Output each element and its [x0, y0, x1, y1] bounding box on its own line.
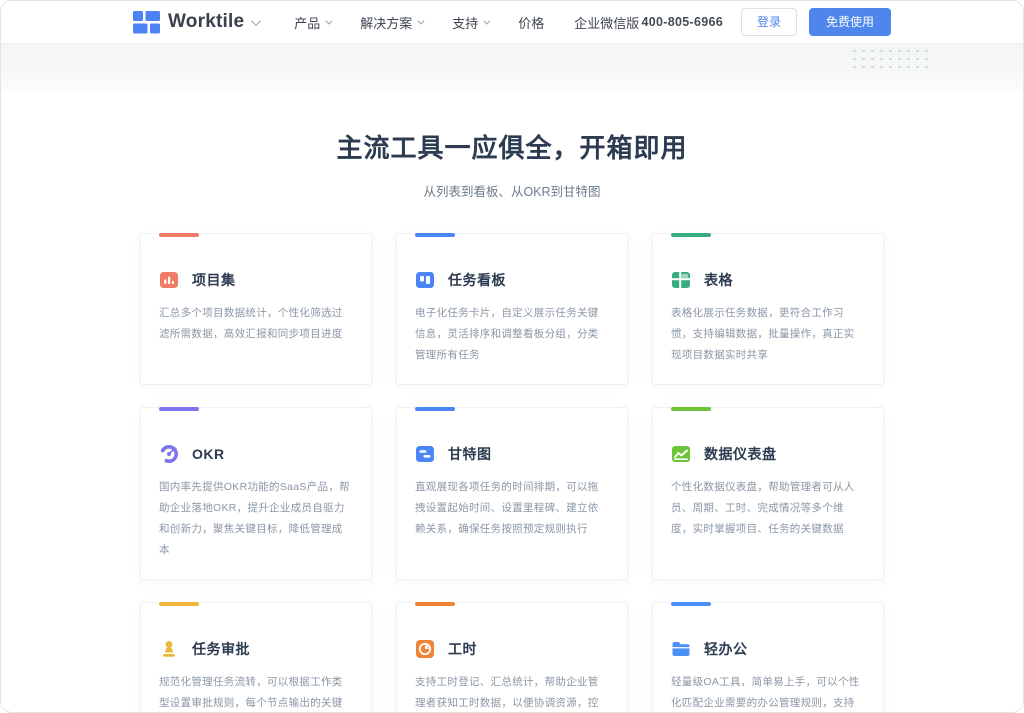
clock-icon: [415, 639, 435, 659]
feature-description: 个性化数据仪表盘，帮助管理者可从人员、周期、工时、完成情况等多个维度，实时掌握项…: [671, 477, 865, 540]
feature-card-kanban: 任务看板 电子化任务卡片，自定义展示任务关键信息，灵活排序和调整看板分组，分类管…: [396, 233, 628, 385]
chevron-down-icon: [326, 17, 333, 24]
login-button[interactable]: 登录: [741, 8, 797, 36]
top-navbar: Worktile 产品 解决方案 支持 价格 企业微信版 400-805-696…: [1, 1, 1023, 44]
feature-card-table: 表格 表格化展示任务数据，更符合工作习惯，支持编辑数据，批量操作，真正实现项目数…: [652, 233, 884, 385]
feature-card-gantt: 甘特图 直观展现各项任务的时间排期，可以拖拽设置起始时间、设置里程碑、建立依赖关…: [396, 407, 628, 580]
folder-icon: [671, 639, 691, 659]
bar-chart-icon: [159, 270, 179, 290]
card-accent-bar: [159, 233, 199, 237]
hero-section: 主流工具一应俱全，开箱即用 从列表到看板、从OKR到甘特图: [1, 91, 1023, 200]
line-chart-icon: [671, 444, 691, 464]
feature-description: 直观展现各项任务的时间排期，可以拖拽设置起始时间、设置里程碑、建立依赖关系，确保…: [415, 477, 609, 540]
feature-card-dashboard: 数据仪表盘 个性化数据仪表盘，帮助管理者可从人员、周期、工时、完成情况等多个维度…: [652, 407, 884, 580]
feature-card-project-portfolio: 项目集 汇总多个项目数据统计，个性化筛选过滤所需数据，高效汇报和同步项目进度: [140, 233, 372, 385]
feature-title: OKR: [192, 446, 225, 462]
nav-item-solutions[interactable]: 解决方案: [360, 13, 422, 32]
feature-card-light-office: 轻办公 轻量级OA工具，简单易上手，可以个性化匹配企业需要的办公管理规则，支持消…: [652, 602, 884, 713]
card-accent-bar: [415, 233, 455, 237]
feature-description: 轻量级OA工具，简单易上手，可以个性化匹配企业需要的办公管理规则，支持消息汇总通…: [671, 672, 865, 713]
feature-title: 任务看板: [448, 270, 506, 290]
feature-description: 表格化展示任务数据，更符合工作习惯，支持编辑数据，批量操作，真正实现项目数据实时…: [671, 303, 865, 366]
nav-item-wecom-edition[interactable]: 企业微信版: [574, 13, 639, 32]
chevron-down-icon: [251, 16, 261, 26]
chevron-down-icon: [418, 17, 425, 24]
feature-grid: 项目集 汇总多个项目数据统计，个性化筛选过滤所需数据，高效汇报和同步项目进度 任…: [140, 233, 884, 713]
card-accent-bar: [159, 602, 199, 606]
feature-card-timesheet: 工时 支持工时登记、汇总统计，帮助企业管理者获知工时数据，以便协调资源，控制成本: [396, 602, 628, 713]
card-accent-bar: [159, 407, 199, 411]
contact-phone: 400-805-6966: [642, 15, 723, 29]
header-band: [1, 44, 1023, 91]
card-accent-bar: [415, 602, 455, 606]
feature-description: 规范化管理任务流转，可以根据工作类型设置审批规则，每个节点输出的关键成果验收通过…: [159, 672, 353, 713]
page-title: 主流工具一应俱全，开箱即用: [1, 128, 1023, 165]
worktile-logo[interactable]: Worktile: [133, 11, 258, 34]
kanban-icon: [415, 270, 435, 290]
feature-card-okr: OKR 国内率先提供OKR功能的SaaS产品，帮助企业落地OKR，提升企业成员自…: [140, 407, 372, 580]
feature-title: 轻办公: [704, 639, 748, 659]
feature-description: 国内率先提供OKR功能的SaaS产品，帮助企业落地OKR，提升企业成员自驱力和创…: [159, 477, 353, 561]
card-accent-bar: [671, 407, 711, 411]
feature-description: 电子化任务卡片，自定义展示任务关键信息，灵活排序和调整看板分组，分类管理所有任务: [415, 303, 609, 366]
nav-item-support[interactable]: 支持: [452, 13, 488, 32]
card-accent-bar: [415, 407, 455, 411]
card-accent-bar: [671, 602, 711, 606]
feature-description: 汇总多个项目数据统计，个性化筛选过滤所需数据，高效汇报和同步项目进度: [159, 303, 353, 345]
feature-title: 任务审批: [192, 639, 250, 659]
feature-title: 工时: [448, 639, 477, 659]
feature-title: 数据仪表盘: [704, 444, 777, 464]
stamp-icon: [159, 639, 179, 659]
feature-card-approval: 任务审批 规范化管理任务流转，可以根据工作类型设置审批规则，每个节点输出的关键成…: [140, 602, 372, 713]
page: Worktile 产品 解决方案 支持 价格 企业微信版 400-805-696…: [0, 0, 1024, 713]
gantt-icon: [415, 444, 435, 464]
nav-menu: 产品 解决方案 支持 价格 企业微信版: [294, 13, 639, 32]
nav-item-pricing[interactable]: 价格: [518, 13, 544, 32]
feature-description: 支持工时登记、汇总统计，帮助企业管理者获知工时数据，以便协调资源，控制成本: [415, 672, 609, 713]
table-icon: [671, 270, 691, 290]
card-accent-bar: [671, 233, 711, 237]
target-arrow-icon: [159, 444, 179, 464]
feature-title: 项目集: [192, 270, 236, 290]
free-trial-button[interactable]: 免费使用: [809, 8, 891, 36]
feature-title: 表格: [704, 270, 733, 290]
nav-item-products[interactable]: 产品: [294, 13, 330, 32]
page-subtitle: 从列表到看板、从OKR到甘特图: [1, 181, 1023, 200]
feature-title: 甘特图: [448, 444, 492, 464]
dots-pattern-decoration: [850, 47, 934, 74]
worktile-tiles-icon: [133, 11, 160, 34]
brand-name: Worktile: [168, 11, 244, 33]
chevron-down-icon: [484, 17, 491, 24]
